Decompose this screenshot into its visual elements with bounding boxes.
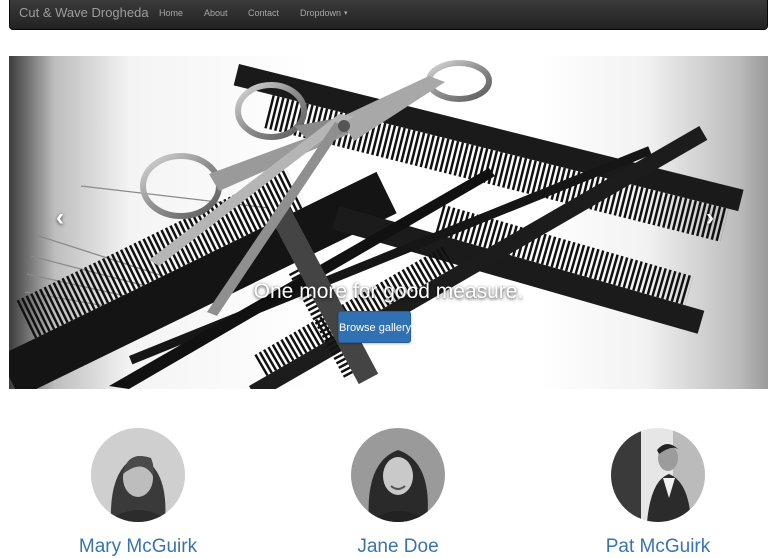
nav-dropdown-toggle[interactable]: Dropdown ▾ xyxy=(300,8,348,18)
jane-doe-avatar xyxy=(351,428,445,522)
pat-mcguirk-avatar xyxy=(611,428,705,522)
carousel-indicator-2[interactable] xyxy=(385,358,393,366)
brand-link[interactable]: Cut & Wave Drogheda xyxy=(19,5,149,20)
browse-gallery-button[interactable]: Browse gallery xyxy=(338,311,411,343)
carousel-caption: One more for good measure. xyxy=(253,280,524,303)
dropdown-label: Dropdown xyxy=(300,8,342,18)
nav-about-link[interactable]: About xyxy=(204,8,228,18)
nav-contact-link[interactable]: Contact xyxy=(248,8,279,18)
team-member-name[interactable]: Mary McGuirk xyxy=(38,536,238,558)
carousel-indicator-1[interactable] xyxy=(375,358,383,366)
team-member-name[interactable]: Jane Doe xyxy=(298,536,498,558)
caret-down-icon: ▾ xyxy=(344,10,348,17)
carousel-indicator-3[interactable] xyxy=(395,357,405,367)
mary-mcguirk-avatar xyxy=(91,428,185,522)
team-member-card: Jane Doe xyxy=(298,428,498,558)
nav-home-link[interactable]: Home xyxy=(159,8,183,18)
navbar: Cut & Wave Drogheda Home About Contact D… xyxy=(9,0,768,30)
carousel-prev-control[interactable]: ‹ xyxy=(56,206,64,230)
carousel: ‹ › One more for good measure. Browse ga… xyxy=(9,56,768,389)
carousel-next-control[interactable]: › xyxy=(706,206,714,230)
team-member-card: Pat McGuirk xyxy=(558,428,758,558)
team-member-name[interactable]: Pat McGuirk xyxy=(558,536,758,558)
team-member-card: Mary McGuirk xyxy=(38,428,238,558)
